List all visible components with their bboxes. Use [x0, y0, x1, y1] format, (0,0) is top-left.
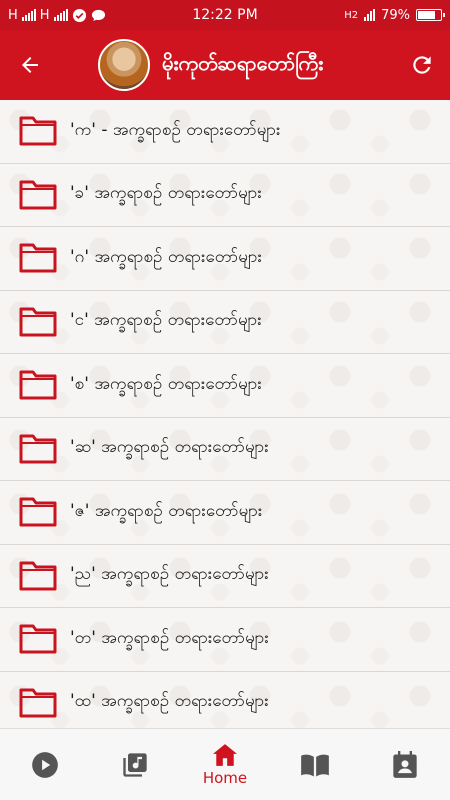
- list-item[interactable]: 'ဂ' အက္ခရာစဉ် တရားတော်များ: [0, 227, 450, 291]
- battery-icon: [416, 9, 445, 21]
- signal-icon-3: [364, 9, 376, 21]
- play-icon: [32, 751, 58, 778]
- list-item[interactable]: 'က' - အက္ခရာစဉ် တရားတော်များ: [0, 100, 450, 164]
- list-item-label: 'ထ' အက္ခရာစဉ် တရားတော်များ: [70, 691, 269, 712]
- bottom-nav: Home: [0, 728, 450, 800]
- list-item[interactable]: 'င' အက္ခရာစဉ် တရားတော်များ: [0, 291, 450, 354]
- refresh-icon: [413, 56, 431, 74]
- app-bar: မိုးကုတ်ဆရာတော်ကြီး: [0, 30, 450, 100]
- list-item-label: 'တ' အက္ခရာစဉ် တရားတော်များ: [70, 627, 269, 648]
- list-item-label: 'စ' အက္ခရာစဉ် တရားတော်များ: [70, 373, 262, 394]
- back-button[interactable]: [0, 30, 60, 100]
- list-item-label: 'င' အက္ခရာစဉ် တရားတော်များ: [70, 310, 262, 331]
- folder-icon: [19, 307, 57, 337]
- folder-icon: [19, 624, 57, 654]
- signal-icon-2: [53, 9, 68, 21]
- avatar: [98, 39, 150, 91]
- list-item[interactable]: 'ဇ' အက္ခရာစဉ် တရားတော်များ: [0, 481, 450, 545]
- nav-music-library[interactable]: [90, 729, 180, 800]
- list-item[interactable]: 'ည' အက္ခရာစဉ် တရားတော်များ: [0, 545, 450, 608]
- battery-percent: 79%: [381, 7, 410, 23]
- list-item-label: 'က' - အက္ခရာစဉ် တရားတော်များ: [70, 119, 281, 140]
- refresh-button[interactable]: [394, 30, 450, 100]
- nav-play[interactable]: [0, 729, 90, 800]
- list-item[interactable]: 'တ' အက္ခရာစဉ် တရားတော်များ: [0, 608, 450, 672]
- list-item-label: 'ဇ' အက္ခရာစဉ် တရားတော်များ: [70, 500, 263, 521]
- signal-icon: [21, 9, 36, 21]
- nav-book[interactable]: [270, 729, 360, 800]
- arrow-left-icon: [22, 57, 38, 73]
- folder-icon: [19, 497, 57, 527]
- list-item[interactable]: 'ခ' အက္ခရာစဉ် တရားတော်များ: [0, 164, 450, 227]
- nav-profile[interactable]: [360, 729, 450, 800]
- check-circle-icon: [72, 8, 86, 22]
- nav-home[interactable]: Home: [180, 729, 270, 800]
- chat-bubble-icon: [91, 9, 105, 21]
- network-type: H2: [344, 9, 359, 21]
- list-item[interactable]: 'ထ' အက္ခရာစဉ် တရားတော်များ: [0, 672, 450, 729]
- music-library-icon: [123, 752, 147, 777]
- list-item[interactable]: 'စ' အက္ခရာစဉ် တရားတော်များ: [0, 354, 450, 418]
- nav-home-label: Home: [202, 768, 248, 787]
- list-item-label: 'ဆ' အက္ခရာစဉ် တရားတော်များ: [70, 437, 269, 458]
- folder-icon: [19, 116, 57, 146]
- network-indicator-1: H: [8, 7, 18, 23]
- calendar-person-icon: [393, 750, 417, 778]
- list-item-label: 'ည' အက္ခရာစဉ် တရားတော်များ: [70, 564, 269, 585]
- home-icon: [213, 743, 237, 766]
- status-bar: H H 12:22 PM H2 79%: [0, 0, 450, 30]
- book-icon: [301, 754, 329, 777]
- folder-icon: [19, 370, 57, 400]
- folder-icon: [19, 243, 57, 273]
- list-item-label: 'ဂ' အက္ခရာစဉ် တရားတော်များ: [70, 246, 262, 267]
- category-list: 'က' - အက္ခရာစဉ် တရားတော်များ 'ခ' အက္ခရာစ…: [0, 100, 450, 728]
- page-title: မိုးကုတ်ဆရာတော်ကြီး: [162, 51, 324, 75]
- battery-fill: [418, 11, 435, 19]
- folder-icon: [19, 434, 57, 464]
- folder-icon: [19, 688, 57, 718]
- folder-icon: [19, 561, 57, 591]
- folder-icon: [19, 180, 57, 210]
- list-item[interactable]: 'ဆ' အက္ခရာစဉ် တရားတော်များ: [0, 418, 450, 481]
- network-indicator-2: H: [39, 7, 50, 23]
- list-item-label: 'ခ' အက္ခရာစဉ် တရားတော်များ: [70, 183, 262, 204]
